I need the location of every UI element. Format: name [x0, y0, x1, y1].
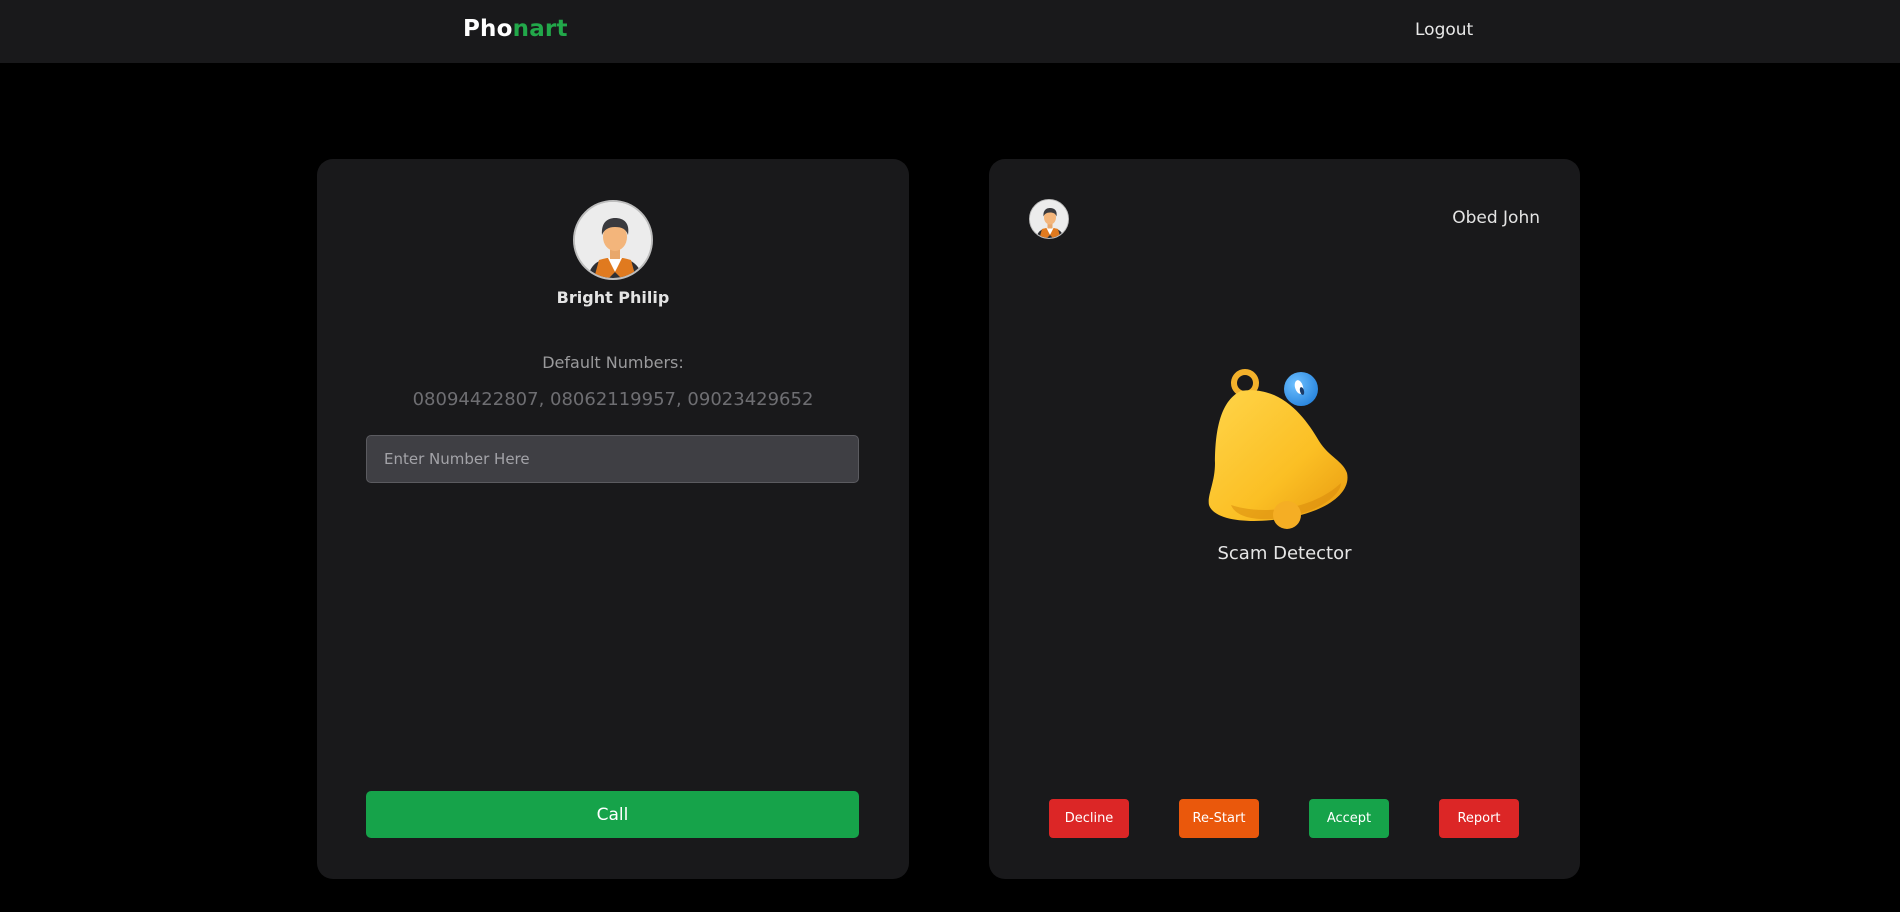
- report-button[interactable]: Report: [1439, 799, 1519, 838]
- app-logo[interactable]: Phonart: [463, 16, 568, 42]
- caller-avatar: [1029, 199, 1069, 239]
- logo-part-2: nart: [512, 16, 568, 42]
- call-button[interactable]: Call: [366, 791, 859, 838]
- phone-number-input[interactable]: [366, 435, 859, 483]
- incoming-call-panel: Obed John Scam Detector Decline Re-Start…: [989, 159, 1580, 879]
- caller-panel: Bright Philip Default Numbers: 080944228…: [317, 159, 909, 879]
- scam-detector-label: Scam Detector: [1217, 543, 1352, 564]
- logout-link[interactable]: Logout: [1415, 20, 1473, 40]
- person-avatar-icon: [1030, 200, 1068, 238]
- restart-button[interactable]: Re-Start: [1179, 799, 1259, 838]
- person-avatar-icon: [575, 202, 651, 278]
- default-numbers-list: 08094422807, 08062119957, 09023429652: [412, 389, 814, 410]
- caller-name: Obed John: [1452, 208, 1540, 228]
- accept-button[interactable]: Accept: [1309, 799, 1389, 838]
- top-navbar: Phonart Logout: [0, 0, 1900, 63]
- logo-part-1: Pho: [463, 16, 513, 42]
- bell-icon: [1208, 369, 1348, 529]
- user-name: Bright Philip: [556, 288, 670, 307]
- decline-button[interactable]: Decline: [1049, 799, 1129, 838]
- default-numbers-label: Default Numbers:: [542, 353, 684, 372]
- user-avatar: [573, 200, 653, 280]
